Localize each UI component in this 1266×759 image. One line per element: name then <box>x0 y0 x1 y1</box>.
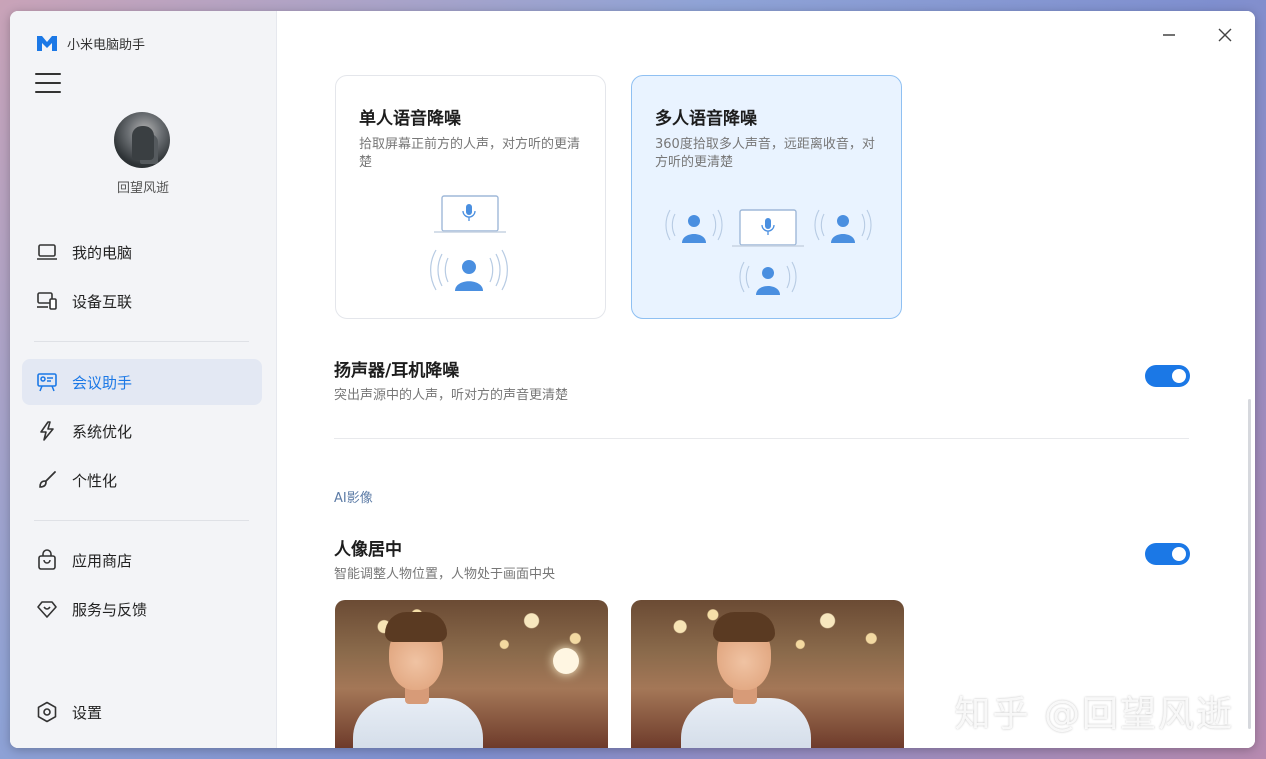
xiaomi-logo-icon <box>37 36 57 51</box>
sidebar-item-device-link[interactable]: 设备互联 <box>22 278 262 324</box>
portrait-preview-after <box>631 600 904 748</box>
sidebar-item-service-feedback[interactable]: 服务与反馈 <box>22 586 262 632</box>
sidebar-item-system-optimize[interactable]: 系统优化 <box>22 408 262 454</box>
sidebar-divider <box>34 520 249 521</box>
device-link-icon <box>35 289 59 313</box>
portrait-preview-before <box>335 600 608 748</box>
meeting-icon <box>35 370 59 394</box>
sidebar-item-personalize[interactable]: 个性化 <box>22 457 262 503</box>
speaker-noise-title: 扬声器/耳机降噪 <box>334 361 460 381</box>
sidebar-item-meeting-assistant[interactable]: 会议助手 <box>22 359 262 405</box>
lightning-icon <box>35 419 59 443</box>
watermark: 知乎 @回望风逝 <box>954 694 1234 735</box>
multi-voice-noise-card[interactable]: 多人语音降噪 360度拾取多人声音，远距离收音，对方听的更清楚 <box>631 75 902 319</box>
portrait-center-title: 人像居中 <box>334 540 402 560</box>
laptop-icon <box>35 240 59 264</box>
sidebar-divider <box>34 341 249 342</box>
hamburger-menu-icon[interactable] <box>35 73 61 95</box>
sidebar-item-label: 我的电脑 <box>72 243 133 262</box>
portrait-center-toggle[interactable] <box>1145 543 1190 565</box>
sidebar-item-label: 设置 <box>72 703 103 722</box>
app-title-bar: 小米电脑助手 <box>36 33 145 53</box>
settings-icon <box>35 700 59 724</box>
sidebar-item-label: 系统优化 <box>72 422 133 441</box>
sidebar-item-label: 应用商店 <box>72 551 133 570</box>
scrollbar[interactable] <box>1248 399 1251 729</box>
sidebar-item-label: 服务与反馈 <box>72 600 148 619</box>
multi-speaker-illustration-icon <box>665 209 872 295</box>
speaker-noise-description: 突出声源中的人声，听对方的声音更清楚 <box>334 388 569 403</box>
sidebar-item-label: 个性化 <box>72 471 118 490</box>
sidebar: 小米电脑助手 回望风逝 我的电脑 设备互联 会议助手 系统优化 个性化 应用商店… <box>10 11 277 748</box>
portrait-center-description: 智能调整人物位置，人物处于画面中央 <box>334 567 556 582</box>
single-voice-noise-card[interactable]: 单人语音降噪 拾取屏幕正前方的人声，对方听的更清楚 <box>335 75 606 319</box>
diamond-heart-icon <box>35 597 59 621</box>
sidebar-item-app-store[interactable]: 应用商店 <box>22 537 262 583</box>
shopping-bag-icon <box>35 548 59 572</box>
avatar[interactable] <box>114 112 170 168</box>
close-icon[interactable] <box>1215 25 1235 45</box>
sidebar-item-label: 会议助手 <box>72 373 133 392</box>
main-content: 单人语音降噪 拾取屏幕正前方的人声，对方听的更清楚 多人语音降噪 360度拾取多… <box>277 11 1255 748</box>
app-name: 小米电脑助手 <box>67 37 146 53</box>
minimize-icon[interactable] <box>1159 25 1179 45</box>
brush-icon <box>35 468 59 492</box>
sidebar-item-my-computer[interactable]: 我的电脑 <box>22 229 262 275</box>
single-speaker-illustration-icon <box>430 195 508 291</box>
section-divider <box>334 438 1189 439</box>
sidebar-item-label: 设备互联 <box>72 292 133 311</box>
username: 回望风逝 <box>116 181 169 196</box>
ai-imaging-section-label: AI影像 <box>334 491 373 506</box>
speaker-noise-toggle[interactable] <box>1145 365 1190 387</box>
sidebar-item-settings[interactable]: 设置 <box>22 689 262 735</box>
app-window: 小米电脑助手 回望风逝 我的电脑 设备互联 会议助手 系统优化 个性化 应用商店… <box>10 11 1255 748</box>
